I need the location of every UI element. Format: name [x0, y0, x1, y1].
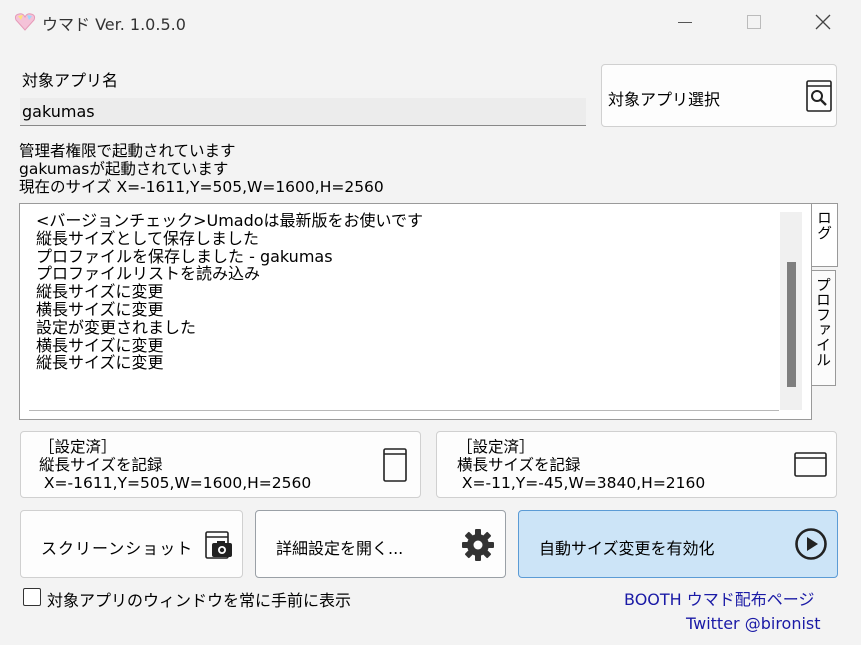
booth-link[interactable]: BOOTH ウマド配布ページ: [624, 586, 814, 610]
log-scrollbar[interactable]: [780, 212, 802, 410]
screenshot-button[interactable]: スクリーンショット: [20, 510, 243, 578]
heart-gem-icon: [14, 13, 36, 31]
twitter-link[interactable]: Twitter @bironist: [686, 614, 821, 633]
tab-profile[interactable]: プロファイル: [812, 270, 836, 386]
log-line: 縦長サイズに変更: [36, 353, 164, 373]
log-line: 縦長サイズとして保存しました: [36, 228, 260, 248]
minimize-button[interactable]: [662, 0, 708, 44]
log-line: プロファイルを保存しました - gakumas: [36, 246, 333, 266]
gear-icon: [462, 529, 494, 561]
record-portrait-text: ［設定済］ 縦長サイズを記録 X=-1611,Y=505,W=1600,H=25…: [39, 438, 311, 492]
status-line: gakumasが起動されています: [19, 160, 229, 178]
record-landscape-status: ［設定済］: [457, 438, 535, 456]
open-settings-label: 詳細設定を開く...: [276, 539, 404, 558]
screenshot-label: スクリーンショット: [41, 539, 194, 558]
record-portrait-status: ［設定済］: [39, 438, 117, 456]
log-line: プロファイルリストを読み込み: [36, 264, 261, 284]
minimize-icon: [678, 21, 692, 23]
topmost-label[interactable]: 対象アプリのウィンドウを常に手前に表示: [47, 587, 385, 611]
window-search-icon: [806, 80, 832, 112]
close-icon: [815, 14, 831, 30]
record-landscape-button[interactable]: ［設定済］ 横長サイズを記録 X=-11,Y=-45,W=3840,H=2160: [436, 431, 837, 498]
landscape-window-icon: [794, 452, 827, 477]
log-text: <バージョンチェック>Umadoは最新版をお使いです 縦長サイズとして保存しまし…: [36, 212, 423, 372]
log-line: 縦長サイズに変更: [36, 282, 164, 302]
log-line: <バージョンチェック>Umadoは最新版をお使いです: [36, 211, 424, 230]
log-line: 横長サイズに変更: [36, 335, 164, 355]
log-textarea[interactable]: <バージョンチェック>Umadoは最新版をお使いです 縦長サイズとして保存しまし…: [29, 212, 779, 411]
status-text: 管理者権限で起動されています gakumasが起動されています 現在のサイズ X…: [19, 142, 384, 196]
record-portrait-value: X=-1611,Y=505,W=1600,H=2560: [39, 474, 312, 492]
enable-auto-resize-label: 自動サイズ変更を有効化: [539, 539, 715, 558]
maximize-button[interactable]: [731, 0, 777, 44]
record-landscape-text: ［設定済］ 横長サイズを記録 X=-11,Y=-45,W=3840,H=2160: [457, 438, 705, 492]
log-panel: <バージョンチェック>Umadoは最新版をお使いです 縦長サイズとして保存しまし…: [19, 203, 812, 420]
portrait-window-icon: [383, 448, 407, 482]
enable-auto-resize-button[interactable]: 自動サイズ変更を有効化: [518, 510, 838, 578]
topmost-checkbox[interactable]: [23, 588, 41, 606]
log-scrollbar-thumb[interactable]: [787, 262, 796, 387]
window-title: ウマド Ver. 1.0.5.0: [42, 15, 186, 34]
camera-icon: [205, 531, 232, 559]
open-settings-button[interactable]: 詳細設定を開く...: [255, 510, 506, 578]
record-landscape-label: 横長サイズを記録: [457, 456, 581, 474]
record-portrait-button[interactable]: ［設定済］ 縦長サイズを記録 X=-1611,Y=505,W=1600,H=25…: [20, 431, 421, 498]
target-app-label: 対象アプリ名: [22, 71, 119, 90]
play-circle-icon: [795, 528, 827, 560]
status-line: 現在のサイズ X=-1611,Y=505,W=1600,H=2560: [19, 178, 384, 196]
select-app-button[interactable]: 対象アプリ選択: [601, 64, 837, 127]
log-line: 設定が変更されました: [36, 317, 197, 337]
record-landscape-value: X=-11,Y=-45,W=3840,H=2160: [457, 474, 706, 492]
target-app-field[interactable]: gakumas: [20, 98, 586, 126]
select-app-label: 対象アプリ選択: [608, 90, 721, 109]
status-line: 管理者権限で起動されています: [19, 142, 236, 160]
log-line: 横長サイズに変更: [36, 299, 164, 319]
close-button[interactable]: [800, 0, 846, 44]
maximize-icon: [747, 15, 761, 29]
tab-log[interactable]: ログ: [812, 203, 838, 267]
record-portrait-label: 縦長サイズを記録: [39, 456, 163, 474]
